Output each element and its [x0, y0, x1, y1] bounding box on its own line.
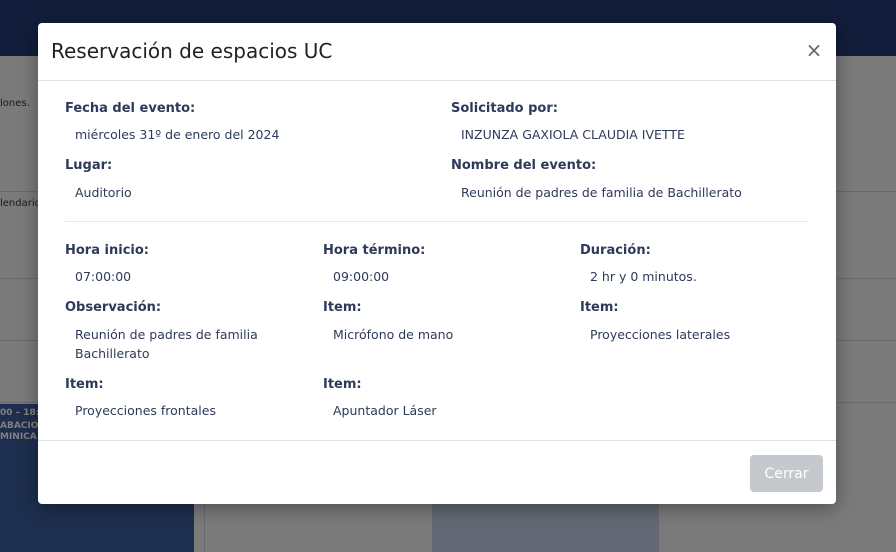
section-divider	[65, 221, 808, 222]
lugar-value: Auditorio	[75, 185, 132, 200]
observacion-value-line: Bachillerato	[75, 346, 150, 361]
duracion-label: Duración:	[580, 243, 651, 258]
nombre-label: Nombre del evento:	[451, 158, 597, 173]
solicitado-value: INZUNZA GAXIOLA CLAUDIA IVETTE	[461, 127, 685, 142]
item-label: Item:	[323, 300, 362, 315]
hora-termino-value: 09:00:00	[333, 269, 390, 284]
cerrar-button[interactable]: Cerrar	[750, 455, 823, 492]
observacion-value-line: Reunión de padres de familia	[75, 327, 258, 342]
item-value: Apuntador Láser	[333, 403, 437, 418]
item-value: Proyecciones frontales	[75, 403, 216, 418]
hora-inicio-label: Hora inicio:	[65, 243, 149, 258]
item-label: Item:	[580, 300, 619, 315]
modal-title: Reservación de espacios UC	[51, 39, 333, 63]
hora-inicio-value: 07:00:00	[75, 269, 132, 284]
nombre-value: Reunión de padres de familia de Bachille…	[461, 185, 742, 200]
duracion-value: 2 hr y 0 minutos.	[590, 269, 697, 284]
item-label: Item:	[65, 377, 104, 392]
item-label: Item:	[323, 377, 362, 392]
close-icon[interactable]: ×	[804, 40, 824, 60]
item-value: Proyecciones laterales	[590, 327, 731, 342]
solicitado-label: Solicitado por:	[451, 101, 558, 116]
reservation-modal: Reservación de espacios UC × Fecha del e…	[38, 23, 836, 504]
modal-footer: Cerrar	[38, 440, 836, 505]
lugar-label: Lugar:	[65, 158, 113, 173]
fecha-label: Fecha del evento:	[65, 101, 196, 116]
modal-header: Reservación de espacios UC ×	[38, 23, 836, 81]
item-value: Micrófono de mano	[333, 327, 454, 342]
fecha-value: miércoles 31º de enero del 2024	[75, 127, 280, 142]
hora-termino-label: Hora término:	[323, 243, 426, 258]
observacion-label: Observación:	[65, 300, 162, 315]
